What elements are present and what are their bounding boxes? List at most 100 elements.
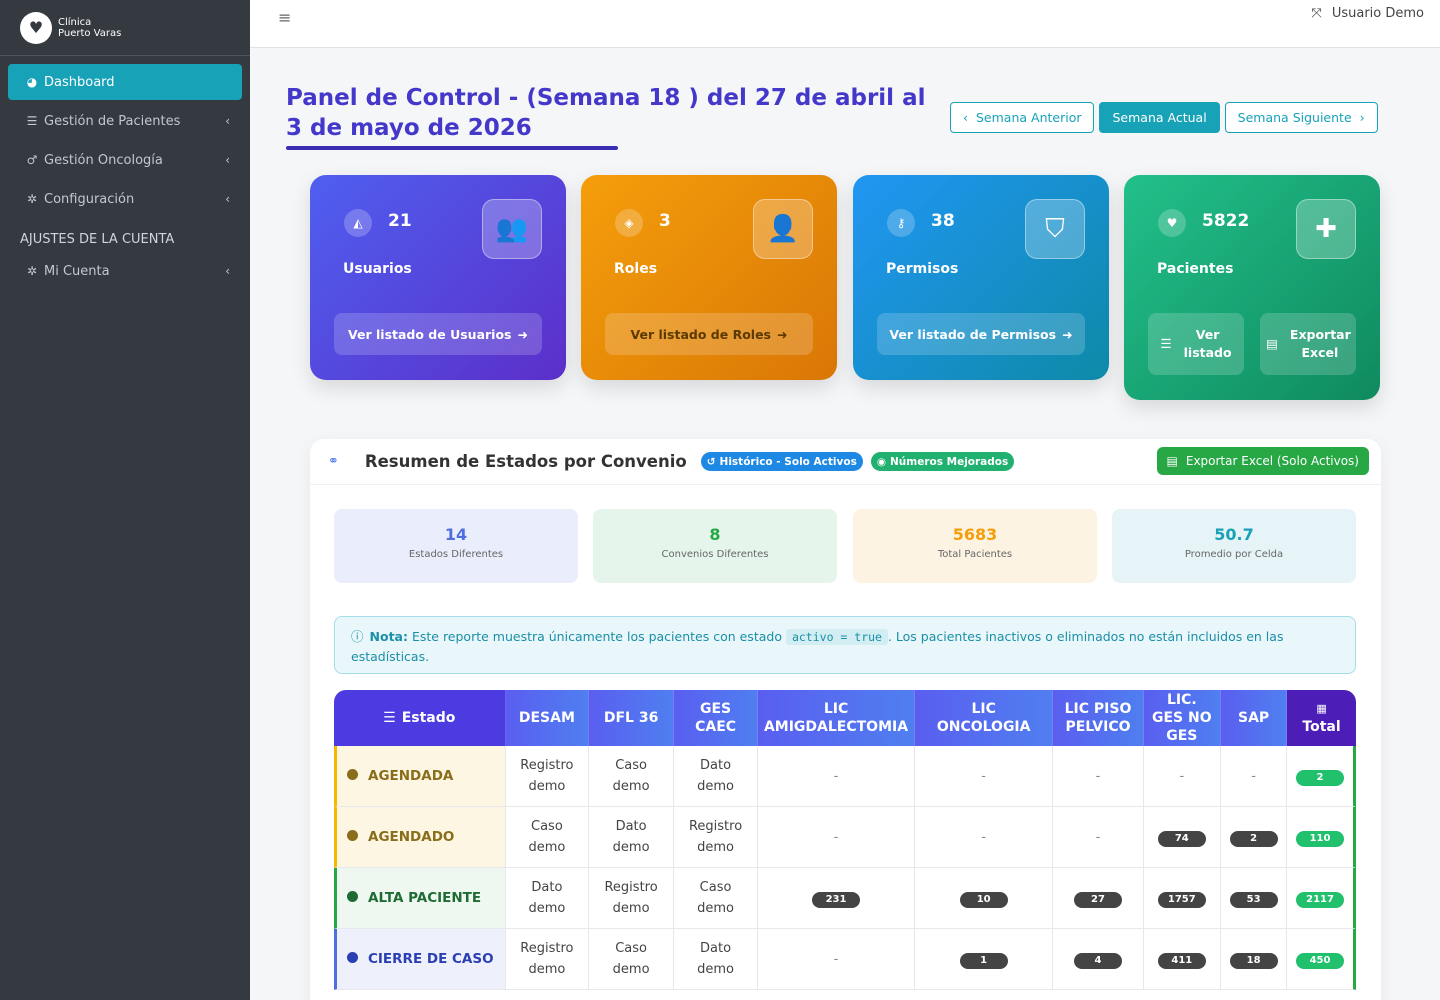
table-cell: Dato demo xyxy=(673,929,759,990)
col-header-total[interactable]: ▦ Total xyxy=(1287,690,1356,746)
resumen-panel: ⚭ Resumen de Estados por Convenio ↺ Histó… xyxy=(310,439,1381,1000)
chart-line-icon: ◭ xyxy=(344,209,372,237)
brand-line1: Clínica xyxy=(58,16,92,28)
table-cell: - xyxy=(1221,746,1288,807)
total-badge: 2117 xyxy=(1296,891,1345,908)
col-header[interactable]: LIC ONCOLOGIA xyxy=(914,690,1054,746)
empty-value: - xyxy=(1251,768,1256,784)
count-badge: 2 xyxy=(1229,830,1278,847)
col-header[interactable]: DESAM xyxy=(505,690,590,746)
col-header[interactable]: SAP xyxy=(1221,690,1288,746)
table-cell: Caso demo xyxy=(505,807,590,868)
week-navigation: ‹ Semana Anterior Semana Actual Semana Si… xyxy=(950,102,1378,133)
chevron-left-icon: ‹ xyxy=(225,153,230,167)
eye-icon: ◉ xyxy=(876,455,886,468)
prev-week-button[interactable]: ‹ Semana Anterior xyxy=(950,102,1095,133)
topbar: ≡ ⤧ Usuario Demo xyxy=(250,0,1440,48)
arrow-circle-right-icon: ➜ xyxy=(517,326,528,342)
status-dot-icon xyxy=(347,769,358,780)
note-code: activo = true xyxy=(785,629,888,645)
menu-toggle-icon[interactable]: ≡ xyxy=(278,8,291,27)
card-roles: ◈ 3 Roles 👤 Ver listado de Roles ➜ xyxy=(581,175,837,380)
col-header[interactable]: LIC PISO PELVICO xyxy=(1053,690,1144,746)
table-cell: Dato demo xyxy=(505,868,590,929)
stat-total: 5683 Total Pacientes xyxy=(853,509,1097,583)
next-week-button[interactable]: Semana Siguiente › xyxy=(1224,102,1378,133)
sidebar-item-oncologia[interactable]: ♂ Gestión Oncología ‹ xyxy=(8,142,242,178)
clipboard-medical-icon: ✚ xyxy=(1296,199,1356,259)
improved-badge: ◉ Números Mejorados xyxy=(870,452,1015,471)
sidebar-item-pacientes[interactable]: ☰ Gestión de Pacientes ‹ xyxy=(8,103,242,139)
empty-value: - xyxy=(833,768,839,784)
col-header[interactable]: LIC AMIGDALECTOMIA xyxy=(758,690,915,746)
card-link-label: Ver listado de Usuarios xyxy=(348,326,512,342)
sidebar-item-label: Configuración xyxy=(44,191,135,207)
sidebar-item-dashboard[interactable]: ◕ Dashboard xyxy=(8,64,242,100)
card-link-label: Exportar Excel xyxy=(1289,327,1351,360)
table-cell: Caso demo xyxy=(589,746,674,807)
chevron-right-icon: › xyxy=(1359,110,1365,125)
total-cell: 2 xyxy=(1287,746,1356,807)
ribbon-icon: ♂ xyxy=(26,153,38,167)
info-note: ⓘ Nota: Este reporte muestra únicamente l… xyxy=(334,616,1356,674)
count-badge: 10 xyxy=(959,891,1008,908)
page-title: Panel de Control - (Semana 18 ) del 27 d… xyxy=(286,85,926,141)
user-menu[interactable]: Usuario Demo xyxy=(1332,6,1424,21)
note-strong: Nota: xyxy=(369,629,408,644)
sidebar-item-configuracion[interactable]: ✲ Configuración ‹ xyxy=(8,181,242,217)
card-count: 38 xyxy=(931,211,955,231)
table-cell: - xyxy=(1053,746,1144,807)
col-header[interactable]: DFL 36 xyxy=(589,690,674,746)
table-cell: 74 xyxy=(1143,807,1222,868)
empty-value: - xyxy=(833,951,839,967)
status-dot-icon xyxy=(347,891,358,902)
pacientes-export-button[interactable]: ▤ Exportar Excel xyxy=(1260,313,1356,375)
table-cell: - xyxy=(914,807,1054,868)
table-cell: 53 xyxy=(1221,868,1288,929)
tachometer-icon: ◕ xyxy=(26,75,38,89)
table-cell: 231 xyxy=(758,868,915,929)
chevron-left-icon: ‹ xyxy=(225,264,230,278)
col-header-label: Estado xyxy=(401,710,456,726)
sidebar-item-mi-cuenta[interactable]: ✲ Mi Cuenta ‹ xyxy=(8,253,242,289)
count-badge: 74 xyxy=(1157,830,1206,847)
cell-text: Registro demo xyxy=(520,941,574,977)
card-title: Permisos xyxy=(886,261,959,277)
permisos-list-button[interactable]: Ver listado de Permisos ➜ xyxy=(877,313,1085,355)
stat-value: 8 xyxy=(709,525,721,544)
table-cell: 18 xyxy=(1221,929,1288,990)
brand[interactable]: ♥ Clínica Puerto Varas xyxy=(0,0,250,56)
table-cell: - xyxy=(914,746,1054,807)
cell-text: Dato demo xyxy=(612,819,650,855)
col-header[interactable]: GES CAEC xyxy=(673,690,759,746)
estado-label: AGENDADA xyxy=(368,767,454,784)
brand-line2: Puerto Varas xyxy=(58,27,122,39)
roles-list-button[interactable]: Ver listado de Roles ➜ xyxy=(605,313,813,355)
col-header[interactable]: ☰ Estado xyxy=(334,690,506,746)
count-badge: 27 xyxy=(1074,891,1122,908)
table-cell: - xyxy=(758,807,915,868)
estado-cell: CIERRE DE CASO xyxy=(334,929,506,990)
empty-value: - xyxy=(981,829,986,845)
key-icon: ⚷ xyxy=(887,209,915,237)
sidebar-item-label: Dashboard xyxy=(44,74,115,90)
col-header[interactable]: LIC. GES NO GES xyxy=(1143,690,1222,746)
cell-text: Registro demo xyxy=(520,758,574,794)
estados-table: ☰ Estado DESAM DFL 36 GES CAEC LIC AMIGDA… xyxy=(334,690,1356,990)
users-list-button[interactable]: Ver listado de Usuarios ➜ xyxy=(334,313,542,355)
table-cell: 2 xyxy=(1221,807,1288,868)
file-excel-icon: ▤ xyxy=(1166,454,1178,468)
fullscreen-icon[interactable]: ⤧ xyxy=(1311,6,1321,21)
sidebar: ♥ Clínica Puerto Varas ◕ Dashboard ☰ Ges… xyxy=(0,0,250,1000)
current-week-label: Semana Actual xyxy=(1112,110,1207,125)
status-dot-icon xyxy=(347,952,358,963)
export-excel-button[interactable]: ▤ Exportar Excel (Solo Activos) xyxy=(1156,447,1369,475)
pacientes-list-button[interactable]: ☰ Ver listado xyxy=(1148,313,1244,375)
count-badge: 231 xyxy=(812,891,861,908)
table-cell: - xyxy=(1053,807,1144,868)
current-week-button[interactable]: Semana Actual xyxy=(1099,102,1220,133)
empty-value: - xyxy=(833,829,839,845)
count-badge: 4 xyxy=(1074,952,1122,969)
sidebar-item-label: Gestión de Pacientes xyxy=(44,113,181,129)
cell-text: Dato demo xyxy=(528,880,566,916)
